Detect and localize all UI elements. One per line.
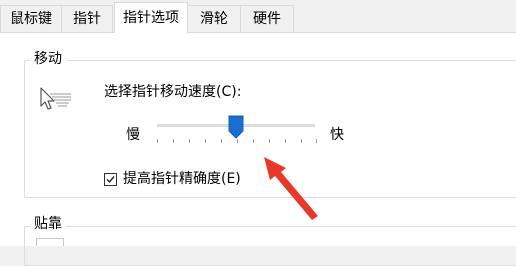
snap-group — [24, 226, 516, 266]
slider-tick — [285, 139, 286, 143]
tab-label: 指针 — [73, 11, 101, 27]
slider-tick — [253, 139, 254, 143]
slider-tick — [157, 139, 158, 143]
tab-buttons[interactable]: 鼠标键 — [0, 5, 62, 32]
tab-label: 鼠标键 — [10, 11, 52, 27]
checkmark-icon — [106, 176, 115, 184]
fast-label: 快 — [330, 127, 344, 143]
motion-group — [24, 60, 516, 198]
slider-tick — [173, 139, 174, 143]
tab-strip: 鼠标键 指针 指针选项 滑轮 硬件 — [0, 0, 516, 33]
enhance-precision-label[interactable]: 提高指针精确度(E) — [123, 171, 241, 188]
slider-tick — [316, 139, 317, 143]
enhance-precision-checkbox[interactable] — [104, 173, 117, 186]
slider-tick — [237, 139, 238, 143]
snap-group-title: 贴靠 — [30, 216, 66, 233]
speed-label: 选择指针移动速度(C): — [104, 84, 242, 100]
slider-tick — [205, 139, 206, 143]
pointer-speed-icon — [40, 87, 71, 110]
slow-label: 慢 — [126, 127, 140, 143]
tab-pointers[interactable]: 指针 — [61, 5, 113, 32]
tab-hardware[interactable]: 硬件 — [240, 5, 294, 32]
slider-tick — [269, 139, 270, 143]
slider-thumb-icon[interactable] — [228, 115, 244, 139]
snap-icon — [36, 238, 64, 246]
tab-pointer-options[interactable]: 指针选项 — [114, 2, 188, 33]
slider-tick — [221, 139, 222, 143]
tab-label: 滑轮 — [200, 11, 228, 27]
tab-wheel[interactable]: 滑轮 — [187, 5, 241, 32]
tab-label: 指针选项 — [123, 10, 179, 26]
motion-group-title: 移动 — [30, 51, 66, 68]
slider-tick — [301, 139, 302, 143]
slider-ticks — [157, 139, 317, 145]
tab-label: 硬件 — [253, 11, 281, 27]
slider-tick — [189, 139, 190, 143]
